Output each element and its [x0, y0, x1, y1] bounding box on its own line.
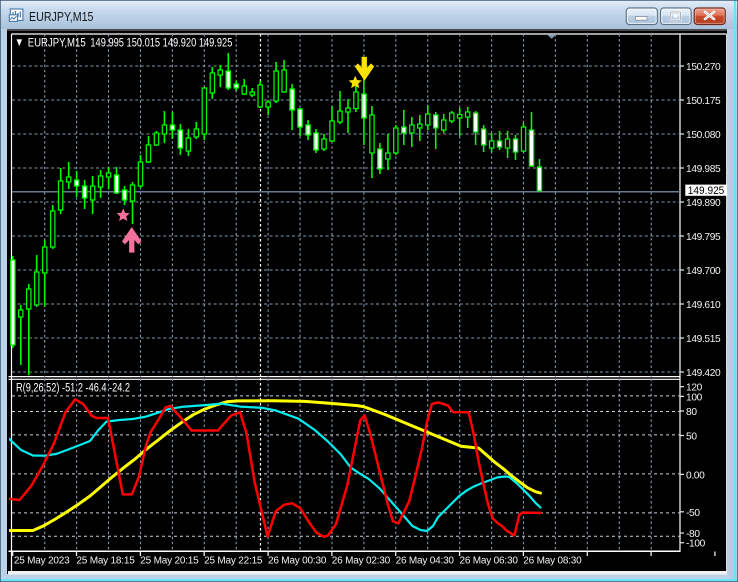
svg-text:150.175: 150.175 — [686, 96, 721, 107]
svg-text:80: 80 — [686, 407, 697, 418]
svg-text:149.985: 149.985 — [686, 164, 721, 175]
svg-text:R(9,26,52) -51.2 -46.4 -24.2: R(9,26,52) -51.2 -46.4 -24.2 — [16, 383, 130, 395]
svg-text:149.995 150.015 149.920 149.92: 149.995 150.015 149.920 149.925 — [90, 38, 232, 50]
svg-text:25 May 18:15: 25 May 18:15 — [76, 556, 135, 567]
svg-text:25 May 2023: 25 May 2023 — [14, 556, 70, 567]
svg-text:25 May 20:15: 25 May 20:15 — [140, 556, 199, 567]
svg-text:149.795: 149.795 — [686, 232, 721, 243]
svg-text:EURJPY,M15: EURJPY,M15 — [29, 10, 94, 24]
svg-text:-100: -100 — [686, 539, 706, 550]
svg-text:150.080: 150.080 — [686, 130, 721, 141]
svg-text:149.925: 149.925 — [688, 185, 725, 197]
svg-text:100: 100 — [686, 392, 703, 403]
svg-text:26 May 08:30: 26 May 08:30 — [523, 556, 582, 567]
svg-text:26 May 06:30: 26 May 06:30 — [459, 556, 518, 567]
svg-text:149.610: 149.610 — [686, 300, 721, 311]
svg-text:149.700: 149.700 — [686, 266, 721, 277]
svg-text:EURJPY,M15: EURJPY,M15 — [28, 38, 86, 50]
svg-text:25 May 22:15: 25 May 22:15 — [204, 556, 263, 567]
svg-text:26 May 02:30: 26 May 02:30 — [332, 556, 391, 567]
svg-text:▼: ▼ — [15, 37, 24, 49]
svg-text:50: 50 — [686, 432, 697, 443]
svg-text:150.270: 150.270 — [686, 62, 721, 73]
svg-text:0.00: 0.00 — [686, 470, 705, 481]
svg-text:149.515: 149.515 — [686, 334, 721, 345]
svg-text:-50: -50 — [686, 508, 700, 519]
svg-text:26 May 00:30: 26 May 00:30 — [268, 556, 327, 567]
svg-text:149.420: 149.420 — [686, 368, 721, 379]
svg-text:26 May 04:30: 26 May 04:30 — [396, 556, 455, 567]
svg-text:149.890: 149.890 — [686, 198, 721, 209]
